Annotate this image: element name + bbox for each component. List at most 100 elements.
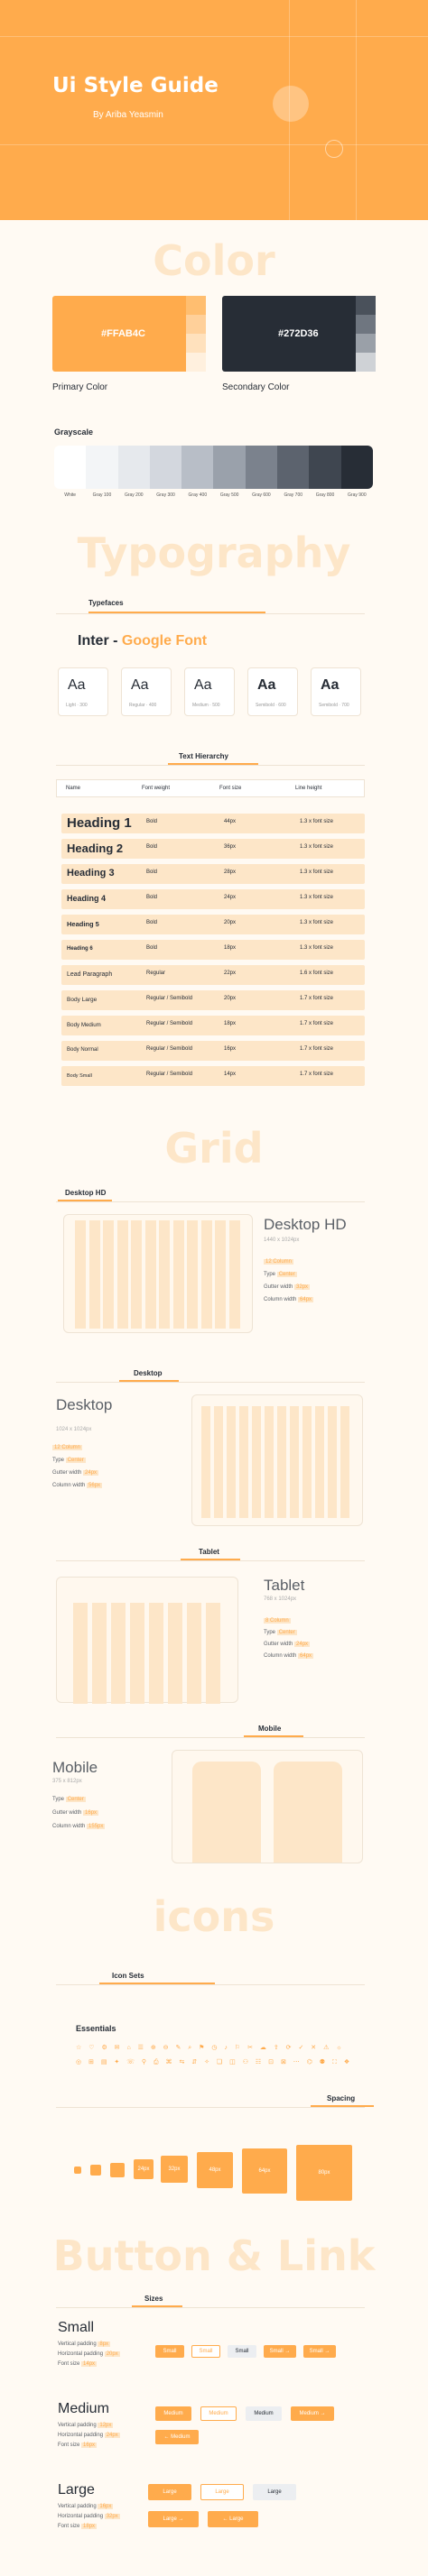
hierarchy-cell-size: 14px [224, 1072, 237, 1077]
spec-line: Gutter width 24px [52, 1470, 99, 1476]
grid-column [144, 1220, 156, 1329]
divider [56, 2307, 365, 2308]
gray-swatch [117, 446, 150, 489]
spec-value: Center [276, 1272, 297, 1277]
hierarchy-cell-name: Heading 5 [67, 920, 99, 929]
spacing-block: 24px [134, 2159, 154, 2179]
hero-subtitle: By Ariba Yeasmin [93, 110, 163, 120]
hierarchy-row: Body Normal Regular / Semibold 16px 1.7 x f… [61, 1041, 365, 1061]
spec-line: Type Center [52, 1797, 86, 1802]
gray-swatch [149, 446, 182, 489]
grid-column [130, 1603, 144, 1704]
medium-left-arrow-button[interactable]: ← Medium [155, 2430, 199, 2444]
spec-value: 64px [298, 1653, 314, 1659]
hierarchy-cell-lh: 1.3 x font size [300, 945, 334, 951]
spec-line: Column width 56px [52, 1483, 103, 1488]
section-title-button: Button & Link [52, 2231, 376, 2280]
spec-value: 8px [98, 2341, 111, 2347]
gray-swatch [86, 446, 118, 489]
spec-line: Gutter width 24px [264, 1642, 311, 1647]
weight-sample: Aa [68, 677, 86, 693]
grayscale-labels: White Gray 100 Gray 200 Gray 300 Gray 40… [54, 492, 373, 498]
weight-card: Aa Light · 300 [58, 667, 108, 716]
grid-column [88, 1220, 100, 1329]
gray-swatch [340, 446, 373, 489]
secondary-tint [356, 353, 376, 372]
hierarchy-cell-size: 22px [224, 971, 237, 976]
divider [56, 1382, 365, 1383]
grid-column [214, 1406, 223, 1518]
medium-gray-button[interactable]: Medium [246, 2406, 282, 2421]
divider [56, 765, 365, 766]
gray-label: Gray 100 [92, 492, 112, 498]
grid-column [328, 1406, 337, 1518]
grid-column [252, 1406, 261, 1518]
spacing-block: 80px [296, 2145, 352, 2201]
spec-value: 12 Column [52, 1445, 83, 1450]
small-outline-button[interactable]: Small [191, 2345, 220, 2358]
hierarchy-cell-name: Heading 4 [67, 894, 107, 904]
small-button[interactable]: Small [155, 2345, 184, 2358]
size-title: Large [58, 2482, 95, 2498]
hierarchy-cell-size: 18px [224, 1021, 237, 1026]
tab-tablet: Tablet [199, 1548, 219, 1556]
spec-value: Center [276, 1630, 297, 1635]
divider [56, 1984, 365, 1985]
spec-label: Font size [58, 2443, 80, 2448]
spec-value: 12px [98, 2423, 114, 2428]
large-gray-button[interactable]: Large [253, 2484, 296, 2500]
tab-spacing: Spacing [327, 2094, 356, 2102]
spec-label: Type [264, 1630, 276, 1635]
primary-label: Primary Color [52, 382, 108, 392]
hierarchy-cell-weight: Bold [146, 920, 158, 925]
icon-grid-row: ◎ ⊞ ▤ ✦ ☏ ⚲ ⎙ ⌘ ⇆ ⇵ ✧ ❏ ◫ ⚇ ☷ ⊡ ⊠ ⋯ ⌬ ⚉ … [76, 2059, 353, 2065]
grid-column [277, 1406, 286, 1518]
medium-arrow-button[interactable]: Medium → [291, 2406, 334, 2421]
grid-size: 1440 x 1024px [264, 1237, 300, 1243]
gray-label: White [64, 492, 77, 498]
hierarchy-cell-weight: Regular [146, 971, 166, 976]
small-gray-button[interactable]: Small [228, 2345, 256, 2358]
primary-hex: #FFAB4C [101, 328, 145, 339]
large-arrow-button[interactable]: Large → [148, 2511, 199, 2527]
grid-preview-tablet [56, 1577, 238, 1704]
font-family-title: Inter - Google Font [78, 633, 207, 649]
spec-label: Gutter width [264, 1284, 293, 1290]
medium-button[interactable]: Medium [155, 2406, 191, 2421]
size-title: Medium [58, 2401, 109, 2416]
hero-guide-line [356, 0, 357, 220]
spec-value: 20px [104, 2351, 120, 2357]
small-arrow-button[interactable]: Small → [264, 2345, 296, 2358]
spec-label: Horizontal padding [58, 2351, 104, 2357]
tab-text-hierarchy: Text Hierarchy [179, 752, 228, 760]
grid-title: Mobile [52, 1759, 98, 1776]
large-button[interactable]: Large [148, 2484, 191, 2500]
hierarchy-cell-weight: Regular / Semibold [146, 1021, 193, 1026]
hierarchy-row: Heading 4 Bold 24px 1.3 x font size [61, 889, 365, 909]
small-arrow-button[interactable]: Small → [303, 2345, 336, 2358]
spec-value: 16px [81, 2443, 98, 2448]
grid-column [172, 1220, 184, 1329]
spec-line: Horizontal padding 32px [58, 2514, 120, 2519]
grayscale-title: Grayscale [54, 428, 94, 437]
hierarchy-cell-lh: 1.6 x font size [300, 971, 334, 976]
weight-caption: Semibold · 600 [256, 703, 286, 708]
large-left-arrow-button[interactable]: ← Large [208, 2511, 258, 2527]
spec-label: Horizontal padding [58, 2514, 104, 2519]
divider [56, 1737, 365, 1738]
hierarchy-cell-lh: 1.7 x font size [300, 996, 334, 1001]
primary-tint [186, 296, 206, 315]
spec-value: 8 Column [264, 1618, 291, 1624]
hierarchy-cell-size: 20px [224, 996, 237, 1001]
weight-caption: Medium · 500 [192, 703, 220, 708]
spec-label: Vertical padding [58, 2504, 97, 2509]
grid-column [228, 1220, 240, 1329]
spec-label: Vertical padding [58, 2423, 97, 2428]
medium-outline-button[interactable]: Medium [200, 2406, 237, 2421]
grid-column [111, 1603, 126, 1704]
large-outline-button[interactable]: Large [200, 2484, 244, 2500]
spec-label: Gutter width [52, 1810, 82, 1816]
section-title-typography: Typography [77, 529, 351, 577]
grid-column [290, 1406, 299, 1518]
hierarchy-row: Heading 3 Bold 28px 1.3 x font size [61, 864, 365, 884]
